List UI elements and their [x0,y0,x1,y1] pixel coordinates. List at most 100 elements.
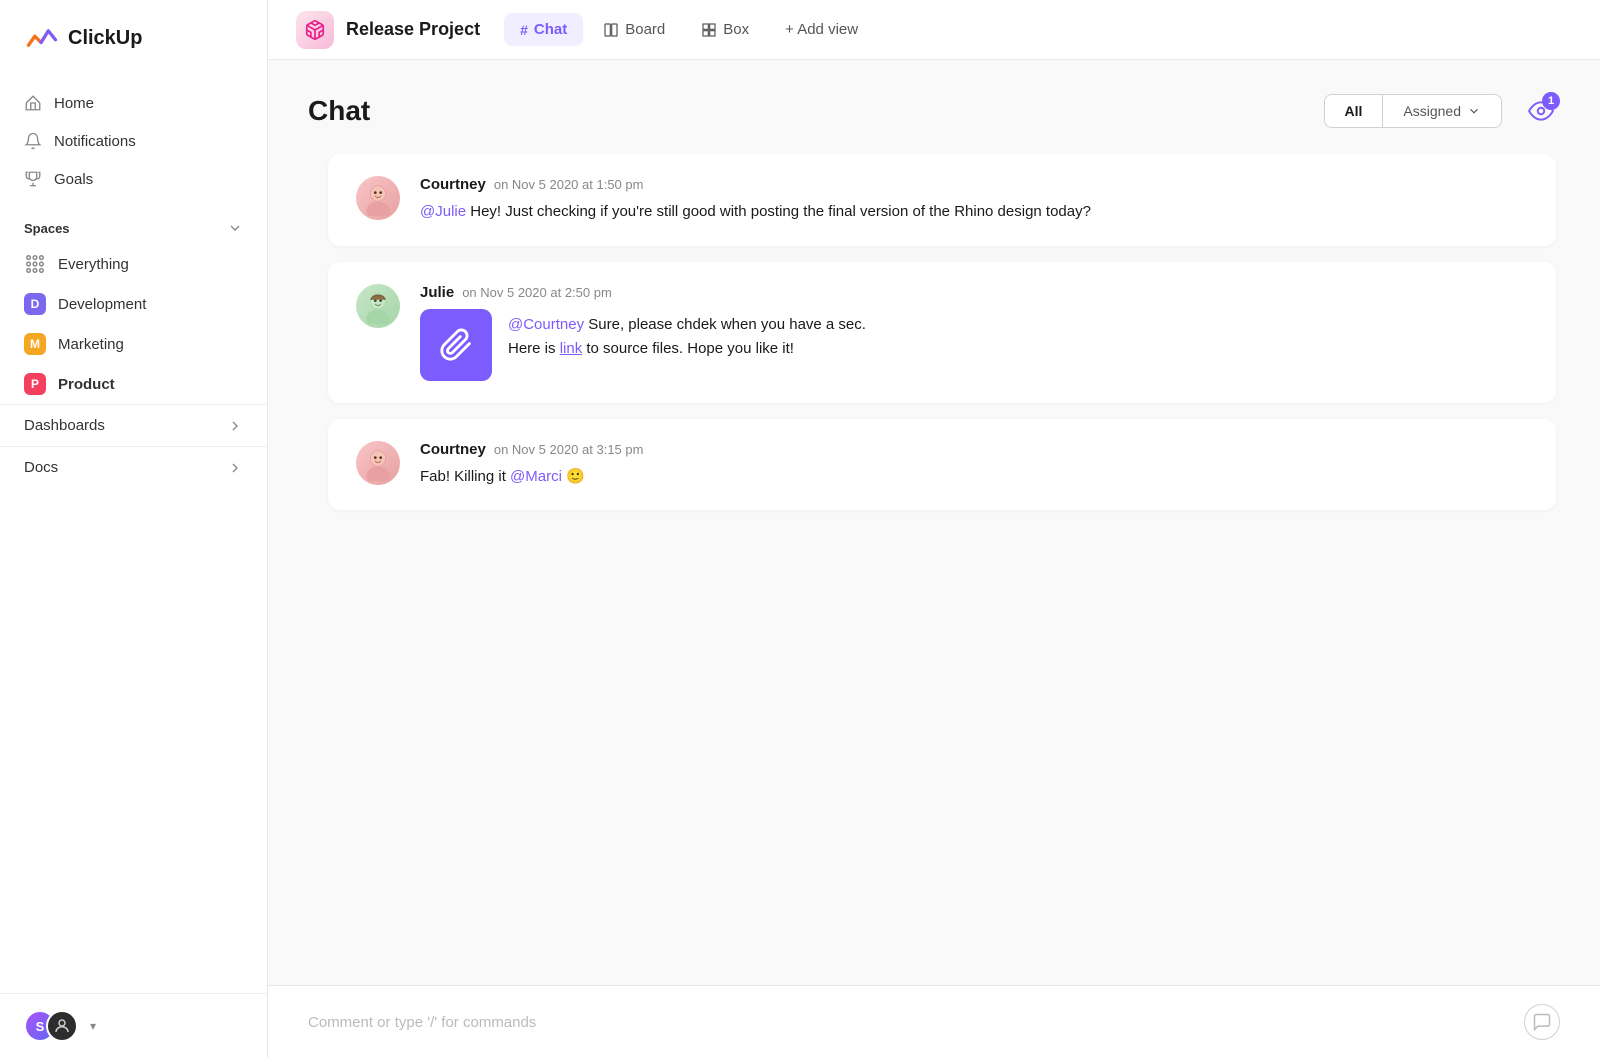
message-3-text: Fab! Killing it @Marci 🙂 [420,466,1528,489]
sidebar-item-goals-label: Goals [54,171,93,188]
sidebar-item-notifications[interactable]: Notifications [0,122,267,160]
content-header: Chat All Assigned 1 [308,92,1560,130]
message-3-time: on Nov 5 2020 at 3:15 pm [494,442,644,457]
sidebar-item-home-label: Home [54,95,94,112]
message-1-time: on Nov 5 2020 at 1:50 pm [494,177,644,192]
sidebar-item-goals[interactable]: Goals [0,160,267,198]
logo-text: ClickUp [68,27,142,50]
spaces-section-header[interactable]: Spaces [0,206,267,244]
development-label: Development [58,296,146,313]
sidebar-item-home[interactable]: Home [0,84,267,122]
message-3: Courtney on Nov 5 2020 at 3:15 pm Fab! K… [328,419,1556,511]
filter-assigned-button[interactable]: Assigned [1382,95,1501,127]
comment-placeholder[interactable]: Comment or type '/' for commands [308,1014,536,1031]
spaces-label: Spaces [24,221,70,236]
sidebar-item-notifications-label: Notifications [54,133,136,150]
comment-area: Comment or type '/' for commands [268,985,1600,1058]
tab-chat[interactable]: # Chat [504,13,583,46]
page-title: Chat [308,95,370,127]
marketing-label: Marketing [58,336,124,353]
tab-board-label: Board [625,21,665,38]
message-2-mention: @Courtney [508,316,584,333]
message-2-header: Julie on Nov 5 2020 at 2:50 pm [420,284,1528,301]
chevron-down-small-icon [1467,104,1481,118]
project-name: Release Project [346,19,480,40]
docs-label: Docs [24,459,58,476]
project-icon [296,11,334,49]
filter-assigned-label: Assigned [1403,103,1461,119]
sidebar-item-product[interactable]: P Product [0,364,267,404]
sidebar: ClickUp Home Notifications Goals Spaces … [0,0,268,1058]
message-1-author: Courtney [420,176,486,193]
attachment-icon-box[interactable] [420,309,492,381]
avatar-courtney-1 [356,176,400,220]
courtney-avatar-img [360,180,396,216]
message-1-mention: @Julie [420,203,466,220]
clickup-logo-icon [24,20,60,56]
marketing-badge: M [24,333,46,355]
message-1-body: Courtney on Nov 5 2020 at 1:50 pm @Julie… [420,176,1528,224]
add-view-button[interactable]: + Add view [769,13,874,46]
tab-board[interactable]: Board [587,13,681,46]
message-2-author: Julie [420,284,454,301]
watch-button[interactable]: 1 [1522,92,1560,130]
hash-icon: # [520,22,528,38]
topbar-project: Release Project [296,11,480,49]
message-1-text-after: Hey! Just checking if you're still good … [466,203,1091,220]
courtney-avatar-img-2 [360,445,396,481]
sidebar-item-marketing[interactable]: M Marketing [0,324,267,364]
chevron-down-icon [227,220,243,236]
avatar-courtney-2 [356,441,400,485]
message-2-text: @Courtney Sure, please chdek when you ha… [508,309,866,361]
message-1-header: Courtney on Nov 5 2020 at 1:50 pm [420,176,1528,193]
message-2-text-after: Sure, please chdek when you have a sec. [584,316,866,333]
sidebar-item-dashboards[interactable]: Dashboards [0,404,267,446]
topbar: Release Project # Chat Board Box + Add v… [268,0,1600,60]
avatar-group[interactable]: S [24,1010,78,1042]
avatar-julie [356,284,400,328]
content: Chat All Assigned 1 [268,60,1600,985]
sidebar-nav: Home Notifications Goals [0,76,267,206]
messages-area: Courtney on Nov 5 2020 at 1:50 pm @Julie… [308,154,1560,985]
add-view-label: + Add view [785,21,858,38]
everything-icon [24,253,46,275]
filter-buttons: All Assigned [1324,94,1502,128]
comment-emoji-button[interactable] [1524,1004,1560,1040]
sidebar-item-development[interactable]: D Development [0,284,267,324]
topbar-tabs: # Chat Board Box + Add view [504,13,874,46]
watch-badge: 1 [1542,92,1560,110]
message-3-header: Courtney on Nov 5 2020 at 3:15 pm [420,441,1528,458]
home-icon [24,94,42,112]
logo[interactable]: ClickUp [0,0,267,76]
product-badge: P [24,373,46,395]
user-menu-chevron[interactable]: ▾ [90,1019,96,1033]
tab-box-label: Box [723,21,749,38]
sidebar-bottom: S ▾ [0,993,267,1058]
box-icon [701,22,717,38]
chevron-right-icon-2 [227,460,243,476]
message-2: Julie on Nov 5 2020 at 2:50 pm @Courtney… [328,262,1556,403]
message-3-author: Courtney [420,441,486,458]
speech-bubble-icon [1532,1012,1552,1032]
julie-avatar-img [360,288,396,324]
chevron-right-icon [227,418,243,434]
message-2-link[interactable]: link [560,340,583,357]
message-2-link-after: to source files. Hope you like it! [582,340,794,357]
board-icon [603,22,619,38]
product-label: Product [58,376,115,393]
message-1-text: @Julie Hey! Just checking if you're stil… [420,201,1528,224]
everything-label: Everything [58,256,129,273]
sidebar-item-docs[interactable]: Docs [0,446,267,488]
sidebar-item-everything[interactable]: Everything [0,244,267,284]
message-3-body: Courtney on Nov 5 2020 at 3:15 pm Fab! K… [420,441,1528,489]
main: Release Project # Chat Board Box + Add v… [268,0,1600,1058]
message-3-text-before: Fab! Killing it [420,468,510,485]
avatar-user-dark [46,1010,78,1042]
tab-box[interactable]: Box [685,13,765,46]
message-1: Courtney on Nov 5 2020 at 1:50 pm @Julie… [328,154,1556,246]
message-2-body: Julie on Nov 5 2020 at 2:50 pm @Courtney… [420,284,1528,381]
filter-all-button[interactable]: All [1325,95,1383,127]
tab-chat-label: Chat [534,21,567,38]
paperclip-icon [439,328,473,362]
dashboards-label: Dashboards [24,417,105,434]
